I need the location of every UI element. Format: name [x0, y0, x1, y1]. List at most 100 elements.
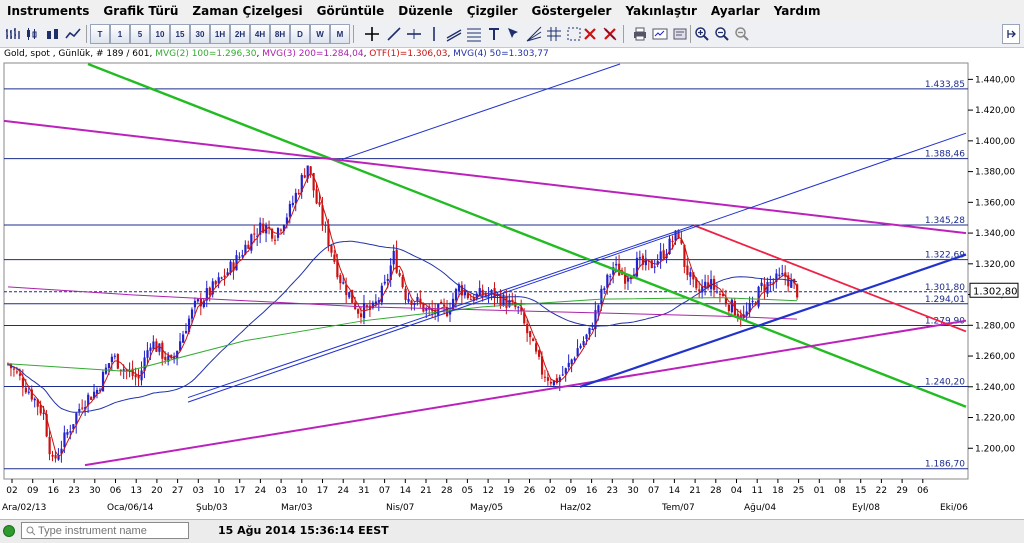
channel-icon[interactable]	[444, 24, 464, 44]
candle-body	[273, 239, 277, 241]
timeframe-button-1h[interactable]: 1H	[210, 24, 230, 44]
bar-chart-icon[interactable]	[3, 24, 23, 44]
print-icon[interactable]	[630, 24, 650, 44]
menu-item[interactable]: Görüntüle	[310, 4, 392, 18]
vline-icon[interactable]	[424, 24, 444, 44]
menu-item[interactable]: Göstergeler	[525, 4, 619, 18]
instrument-search-input[interactable]	[21, 522, 189, 539]
candle-body	[404, 288, 407, 300]
menu-item[interactable]: Zaman Çizelgesi	[185, 4, 309, 18]
arrow-icon[interactable]	[504, 24, 524, 44]
crosshair-icon[interactable]	[362, 24, 382, 44]
x-tick-label: 25	[793, 486, 804, 496]
candle-body	[778, 274, 781, 276]
fan-icon[interactable]	[524, 24, 544, 44]
timeframe-button-30[interactable]: 30	[190, 24, 210, 44]
zoom-out-icon[interactable]	[712, 24, 732, 44]
candle-body	[443, 304, 446, 307]
zoom-reset-icon[interactable]	[732, 24, 752, 44]
menu-item[interactable]: Düzenle	[391, 4, 459, 18]
instrument-label: Gold, spot , Günlük, # 189 / 601	[4, 49, 150, 59]
candle-body	[395, 249, 398, 273]
candle-body	[113, 355, 116, 357]
y-tick-label: 1.220,00	[975, 414, 1015, 424]
candle-body	[291, 202, 294, 206]
x-month-label: Mar/03	[281, 503, 312, 513]
text-icon[interactable]	[484, 24, 504, 44]
x-tick-label: 07	[379, 486, 390, 496]
x-tick-label: 28	[710, 486, 722, 496]
candle-body	[333, 254, 336, 262]
level-label: 1.433,85	[925, 80, 965, 90]
candle-body	[401, 276, 404, 288]
x-tick-label: 20	[151, 486, 163, 496]
zoom-in-icon[interactable]	[692, 24, 712, 44]
candle-body	[600, 288, 603, 304]
price-chart[interactable]: 1.200,00 1.220,00 1.240,00 1.260,00 1.280,00…	[0, 47, 1024, 519]
x-tick-label: 26	[524, 486, 536, 496]
menu-item[interactable]: Yardım	[767, 4, 828, 18]
line-chart-icon[interactable]	[63, 24, 83, 44]
candle-body	[48, 436, 51, 455]
draw-line-icon[interactable]	[384, 24, 404, 44]
candle-body	[318, 202, 321, 205]
timeframe-button-w[interactable]: W	[310, 24, 330, 44]
candle-body	[360, 313, 363, 318]
candle-body	[297, 192, 300, 194]
menu-item[interactable]: Yakınlaştır	[618, 4, 703, 18]
fibonacci-icon[interactable]	[464, 24, 484, 44]
candle-body	[615, 263, 618, 266]
x-month-label: Oca/06/14	[107, 503, 154, 513]
delete-all-icon[interactable]	[600, 24, 620, 44]
timeframe-button-m[interactable]: M	[330, 24, 350, 44]
toolbar-separator	[86, 25, 87, 43]
candle-body	[18, 373, 22, 376]
x-month-label: Eki/06	[940, 503, 968, 513]
candle-body	[671, 240, 674, 243]
candle-body	[529, 331, 532, 338]
candle-body	[662, 250, 665, 259]
timeframe-button-2h[interactable]: 2H	[230, 24, 250, 44]
trendline-magenta-lower	[84, 319, 967, 467]
timeframe-button-8h[interactable]: 8H	[270, 24, 290, 44]
menu-item[interactable]: Instruments	[0, 4, 96, 18]
panel-toggle-icon[interactable]	[1002, 24, 1020, 44]
candle-body	[386, 279, 389, 281]
candlestick-icon[interactable]	[23, 24, 43, 44]
level-label: 1.322,69	[925, 251, 965, 261]
bar-ohlc-icon[interactable]	[43, 24, 63, 44]
menu-item[interactable]: Çizgiler	[460, 4, 525, 18]
toolbar-separator	[623, 25, 624, 43]
x-tick-label: 09	[27, 486, 39, 496]
menu-item[interactable]: Grafik Türü	[96, 4, 185, 18]
x-tick-label: 29	[896, 486, 908, 496]
candle-body	[184, 331, 188, 334]
grid-icon[interactable]	[544, 24, 564, 44]
candle-body	[579, 345, 582, 348]
candle-body	[374, 301, 378, 304]
mvg2-label: MVG(2) 100=1.296,30	[155, 49, 257, 59]
mvg3-label: MVG(3) 200=1.284,04	[262, 49, 364, 59]
hline-icon[interactable]	[404, 24, 424, 44]
timeframe-button-4h[interactable]: 4H	[250, 24, 270, 44]
timeframe-button-t[interactable]: T	[90, 24, 110, 44]
timeframe-button-10[interactable]: 10	[150, 24, 170, 44]
chart-area[interactable]: 1.200,00 1.220,00 1.240,00 1.260,00 1.280,00…	[0, 47, 1024, 519]
settings-icon[interactable]	[670, 24, 690, 44]
menu-item[interactable]: Ayarlar	[704, 4, 767, 18]
timeframe-button-15[interactable]: 15	[170, 24, 190, 44]
timeframe-button-d[interactable]: D	[290, 24, 310, 44]
candle-body	[718, 293, 722, 295]
x-tick-label: 10	[296, 486, 308, 496]
candle-body	[585, 334, 588, 340]
export-icon[interactable]	[650, 24, 670, 44]
y-tick-label: 1.340,00	[975, 229, 1015, 239]
level-label: 1.186,70	[925, 460, 965, 470]
candle-body	[549, 381, 553, 384]
y-tick-label: 1.380,00	[975, 168, 1015, 178]
candle-body	[27, 391, 30, 393]
timeframe-button-5[interactable]: 5	[130, 24, 150, 44]
timeframe-button-1[interactable]: 1	[110, 24, 130, 44]
y-tick-label: 1.400,00	[975, 137, 1015, 147]
delete-selected-icon[interactable]	[580, 24, 600, 44]
